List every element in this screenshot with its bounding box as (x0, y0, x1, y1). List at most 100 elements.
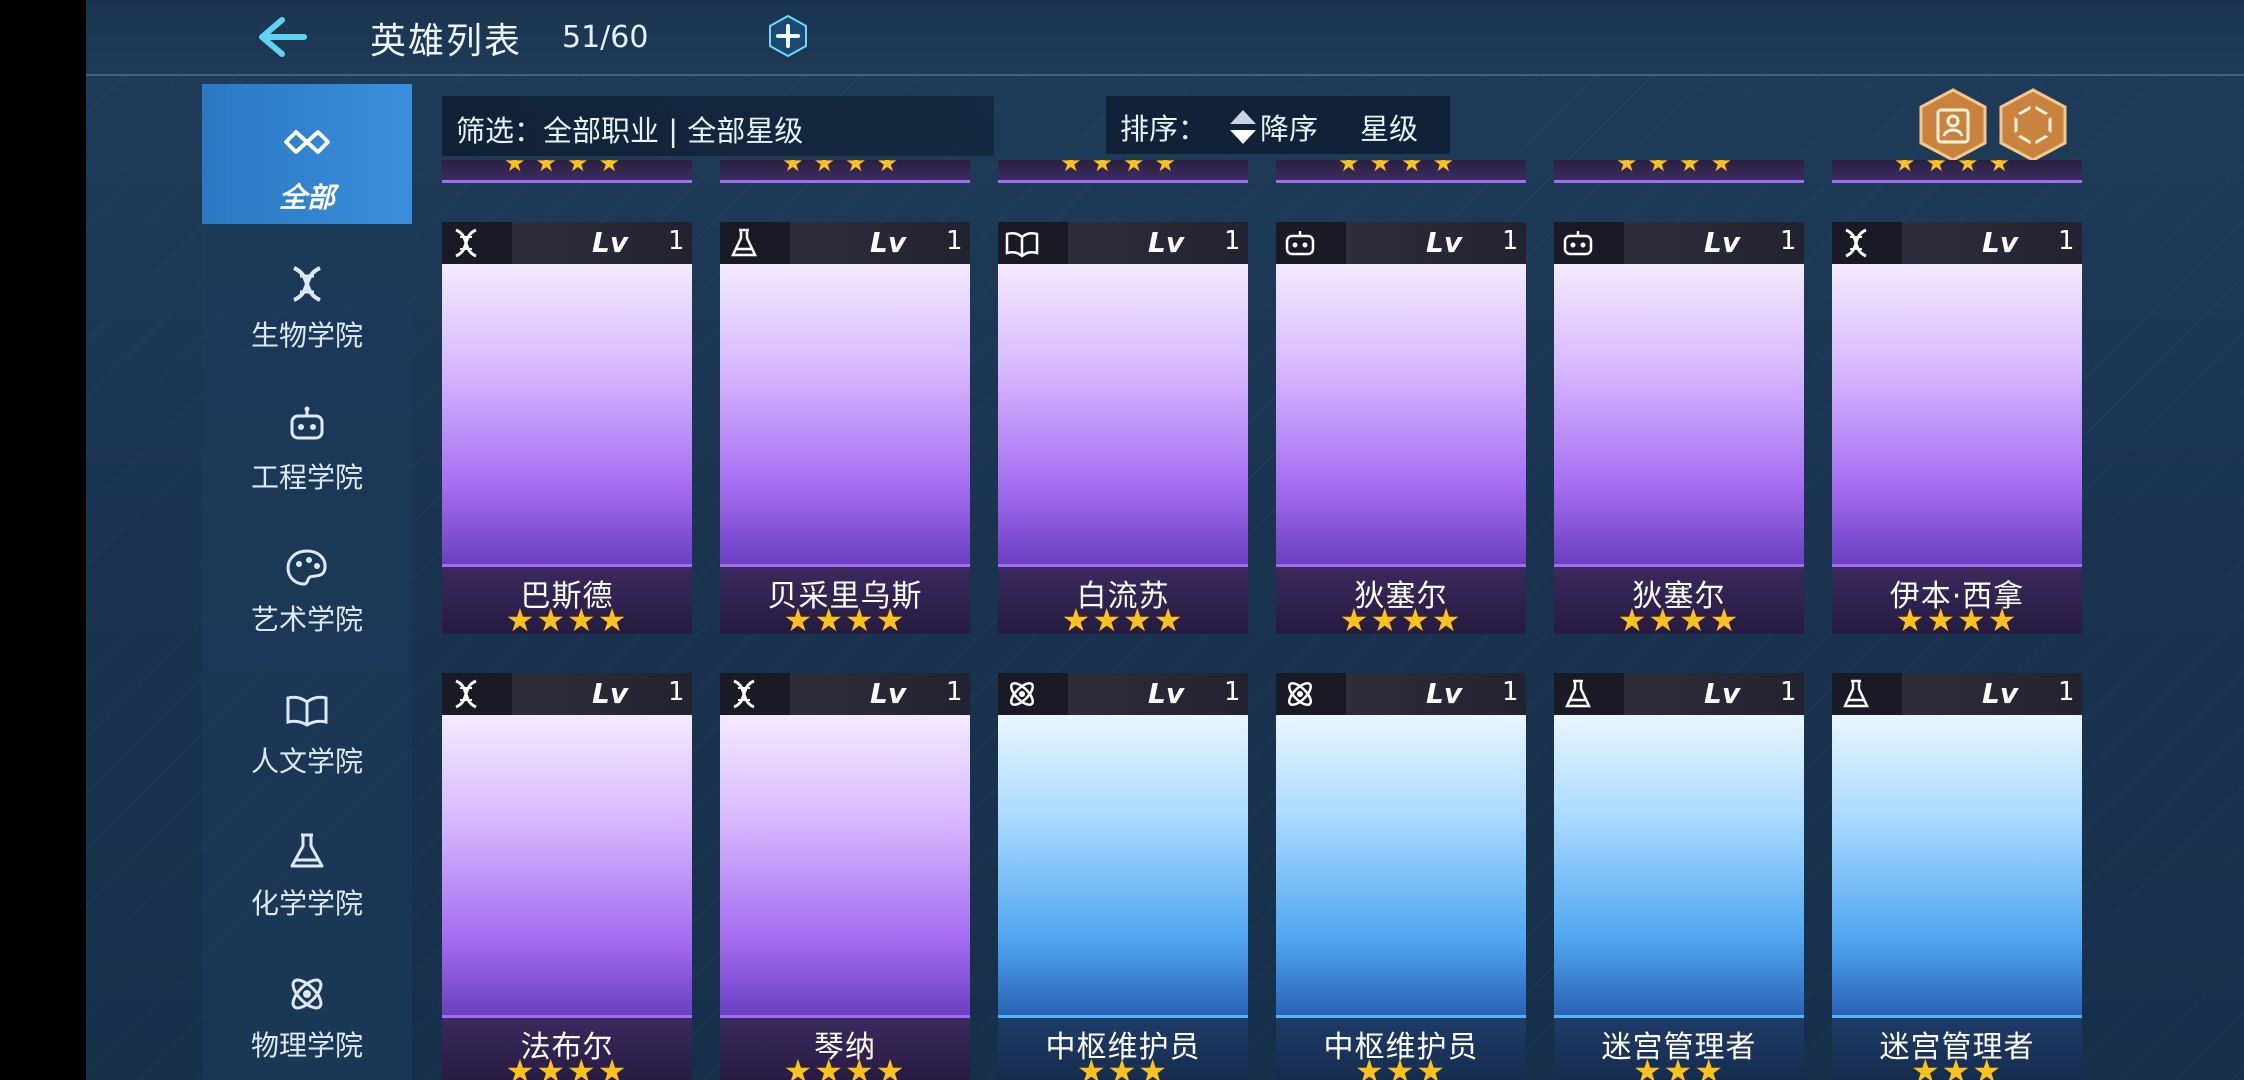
dna-icon (448, 677, 484, 711)
previous-row-card-edge: ★★★★ (442, 160, 692, 183)
star-rating: ★★★★ (503, 160, 631, 177)
expand-view-button[interactable] (1998, 88, 2068, 162)
star-rating: ★★★★ (1337, 160, 1465, 177)
level-label: Lv (1148, 677, 1185, 710)
level-label: Lv (1426, 226, 1463, 259)
name-bar: 法布尔 ★★★★ (442, 1015, 692, 1080)
hero-portrait (1276, 715, 1526, 1015)
previous-row-card-edge: ★★★★ (1276, 160, 1526, 183)
hero-portrait (442, 715, 692, 1015)
star-rating: ★★★★ (505, 1052, 629, 1080)
level-label: Lv (1982, 226, 2019, 259)
star-rating: ★★★★ (781, 160, 909, 177)
star-rating: ★★★★ (1617, 601, 1741, 634)
level-value: 1 (2058, 226, 2075, 256)
hero-card[interactable]: Lv 1 白流苏 ★★★★ (998, 222, 1248, 634)
star-rating: ★★★ (1354, 1052, 1448, 1080)
level-value: 1 (1780, 226, 1797, 256)
hero-card[interactable]: Lv 1 狄塞尔 ★★★★ (1276, 222, 1526, 634)
hero-portrait (998, 715, 1248, 1015)
hero-card[interactable]: Lv 1 法布尔 ★★★★ (442, 673, 692, 1080)
level-label: Lv (1704, 677, 1741, 710)
header-bar: 英雄列表 51/60 (86, 0, 2244, 76)
star-rating: ★★★ (1910, 1052, 2004, 1080)
star-rating: ★★★★ (505, 601, 629, 634)
add-slot-button[interactable] (766, 14, 810, 58)
name-bar: 白流苏 ★★★★ (998, 564, 1248, 634)
hero-card[interactable]: Lv 1 迷宫管理者 ★★★ (1554, 673, 1804, 1080)
robot-icon (290, 406, 324, 440)
sidebar-item-humanities[interactable]: 人文学院 (202, 652, 412, 792)
hero-portrait (998, 264, 1248, 564)
hero-portrait (720, 715, 970, 1015)
hero-portrait (720, 264, 970, 564)
level-value: 1 (1502, 226, 1519, 256)
filter-text: 筛选：全部职业 | 全部星级 (456, 114, 804, 148)
star-rating: ★★★★ (1895, 601, 2019, 634)
hero-card[interactable]: Lv 1 中枢维护员 ★★★ (998, 673, 1248, 1080)
level-label: Lv (1982, 677, 2019, 710)
infinity-icon (284, 130, 330, 154)
name-bar: 中枢维护员 ★★★ (998, 1015, 1248, 1080)
hero-card[interactable]: Lv 1 琴纳 ★★★★ (720, 673, 970, 1080)
hero-portrait (1554, 715, 1804, 1015)
filter-bar[interactable]: 筛选：全部职业 | 全部星级 (442, 96, 994, 156)
robot-icon (1282, 226, 1318, 260)
flask-icon (290, 833, 324, 868)
atom-icon (1004, 677, 1040, 711)
palette-icon (286, 549, 327, 586)
sidebar-item-art[interactable]: 艺术学院 (202, 510, 412, 650)
page-title: 英雄列表 (370, 21, 523, 62)
sidebar-item-biology[interactable]: 生物学院 (202, 226, 412, 366)
name-bar: 巴斯德 ★★★★ (442, 564, 692, 634)
level-value: 1 (2058, 677, 2075, 707)
name-bar: 琴纳 ★★★★ (720, 1015, 970, 1080)
sort-direction-icon[interactable] (1228, 106, 1258, 146)
level-label: Lv (592, 226, 629, 259)
level-value: 1 (1224, 226, 1241, 256)
level-label: Lv (870, 226, 907, 259)
dna-icon (293, 266, 321, 302)
sort-key[interactable]: 星级 (1360, 106, 1418, 148)
book-icon (1004, 226, 1040, 260)
level-value: 1 (1780, 677, 1797, 707)
back-arrow-icon (259, 17, 307, 57)
sidebar-item-physics[interactable]: 物理学院 (202, 936, 412, 1076)
hero-card[interactable]: Lv 1 伊本·西拿 ★★★★ (1832, 222, 2082, 634)
level-label: Lv (1704, 226, 1741, 259)
level-label: Lv (1148, 226, 1185, 259)
level-value: 1 (1224, 677, 1241, 707)
level-value: 1 (946, 677, 963, 707)
level-label: Lv (870, 677, 907, 710)
sidebar-item-label: 化学学院 (250, 887, 363, 920)
atom-icon (291, 978, 323, 1010)
previous-row-card-edge: ★★★★ (998, 160, 1248, 183)
sidebar-item-label: 工程学院 (250, 461, 363, 494)
sidebar-item-chemistry[interactable]: 化学学院 (202, 794, 412, 934)
dna-icon (448, 226, 484, 260)
sidebar-item-label: 艺术学院 (250, 603, 363, 636)
star-rating: ★★★★ (1615, 160, 1743, 177)
hero-portrait (442, 264, 692, 564)
left-black-border (0, 0, 86, 1080)
flask-icon (1560, 677, 1596, 711)
sidebar-item-engineering[interactable]: 工程学院 (202, 368, 412, 508)
expand-icon (1999, 88, 2067, 162)
hero-card[interactable]: Lv 1 狄塞尔 ★★★★ (1554, 222, 1804, 634)
name-bar: 伊本·西拿 ★★★★ (1832, 564, 2082, 634)
name-bar: 贝采里乌斯 ★★★★ (720, 564, 970, 634)
sidebar-item-all[interactable]: 全部 (202, 84, 412, 224)
hero-card[interactable]: Lv 1 巴斯德 ★★★★ (442, 222, 692, 634)
name-bar: 迷宫管理者 ★★★ (1832, 1015, 2082, 1080)
hero-card-view-button[interactable] (1918, 88, 1988, 162)
name-bar: 狄塞尔 ★★★★ (1276, 564, 1526, 634)
book-icon (286, 695, 328, 727)
sort-direction[interactable]: 降序 (1260, 106, 1318, 148)
hero-card[interactable]: Lv 1 贝采里乌斯 ★★★★ (720, 222, 970, 634)
star-rating: ★★★★ (1061, 601, 1185, 634)
back-button[interactable] (252, 14, 312, 60)
hero-card[interactable]: Lv 1 中枢维护员 ★★★ (1276, 673, 1526, 1080)
hero-card[interactable]: Lv 1 迷宫管理者 ★★★ (1832, 673, 2082, 1080)
level-label: Lv (592, 677, 629, 710)
sidebar: 全部 生物学院 工程学院 艺术学院 人文学院 化学学院 物理学院 (202, 84, 412, 1080)
